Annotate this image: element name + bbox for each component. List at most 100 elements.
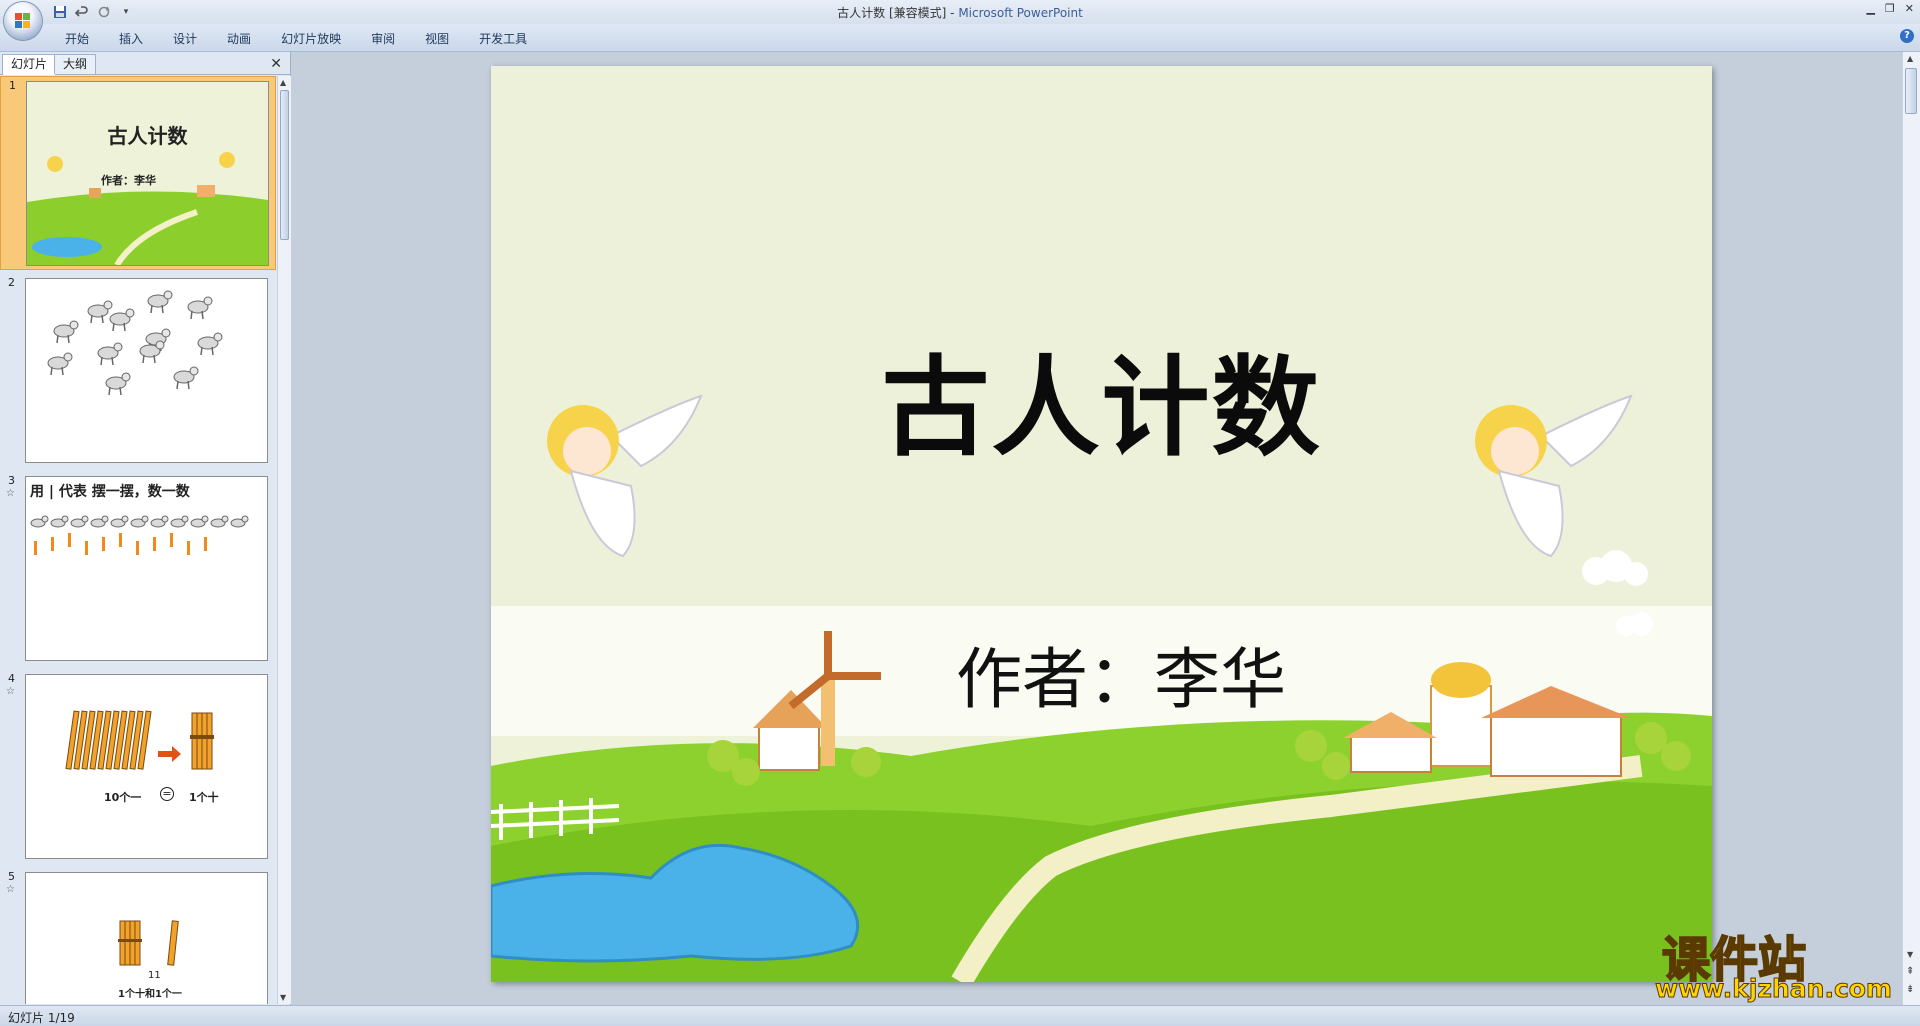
- slide-number: 5: [8, 870, 15, 883]
- goat-icon: [230, 515, 249, 528]
- panel-tabs: 幻灯片 大纲 ✕: [0, 54, 290, 75]
- counting-stick: [204, 537, 207, 551]
- tab-slideshow[interactable]: 幻灯片放映: [266, 30, 356, 48]
- goats-drawing: [47, 290, 223, 396]
- goat-icon: [47, 352, 73, 376]
- title-bar: ▾ 古人计数 [兼容模式] - Microsoft PowerPoint ▁ ❐…: [0, 0, 1920, 24]
- goat-icon: [97, 342, 123, 366]
- goat-icon: [70, 515, 89, 528]
- goat-icon: [187, 296, 213, 320]
- goat-icon: [210, 515, 229, 528]
- slide-number: 2: [8, 276, 15, 289]
- slide-thumbnails: 1 古人计数 作者：李华 2 3 ☆ 用 | 代表 摆一摆，数一数 4 ☆ 10…: [0, 76, 276, 1004]
- sticks-bundle-drawing: [65, 710, 214, 770]
- slide-thumbnail-1[interactable]: 1 古人计数 作者：李华: [0, 76, 276, 270]
- panel-close-icon[interactable]: ✕: [270, 56, 282, 72]
- tab-design[interactable]: 设计: [158, 30, 212, 48]
- tab-developer[interactable]: 开发工具: [464, 30, 542, 48]
- slide-number: 4: [8, 672, 15, 685]
- goat-icon: [130, 515, 149, 528]
- ribbon: 开始 插入 设计 动画 幻灯片放映 审阅 视图 开发工具 ?: [0, 24, 1920, 52]
- thumbnail-title: 古人计数: [107, 124, 188, 148]
- scrollbar-thumb[interactable]: [1905, 68, 1917, 114]
- slide-title[interactable]: 古人计数: [491, 321, 1712, 477]
- office-button[interactable]: [4, 2, 42, 40]
- tab-review[interactable]: 审阅: [356, 30, 410, 48]
- counting-stick: [119, 533, 122, 547]
- slide-scrollbar[interactable]: ▲ ▼ ⇞ ⇟: [1902, 52, 1920, 1005]
- tab-animations[interactable]: 动画: [212, 30, 266, 48]
- goat-icon: [30, 515, 49, 528]
- status-bar: 幻灯片 1/19: [0, 1005, 1920, 1026]
- goat-icon: [90, 515, 109, 528]
- thumbnail-preview: 10个一 = 1个十: [25, 674, 268, 859]
- goat-icon: [87, 300, 113, 324]
- counting-stick: [170, 533, 173, 547]
- counting-stick: [51, 537, 54, 551]
- slide-thumbnail-3[interactable]: 3 ☆ 用 | 代表 摆一摆，数一数: [0, 472, 276, 666]
- current-slide[interactable]: 古人计数 作者：李华: [491, 66, 1712, 982]
- goat-icon: [190, 515, 209, 528]
- thumbnail-preview: 古人计数 作者：李华: [26, 81, 269, 266]
- slide-thumbnail-4[interactable]: 4 ☆ 10个一 = 1个十: [0, 670, 276, 864]
- minimize-icon[interactable]: ▁: [1866, 2, 1874, 15]
- help-icon[interactable]: ?: [1900, 29, 1914, 43]
- goat-icon: [150, 515, 169, 528]
- thumbnail-preview: 11 1个十和1个一: [25, 872, 268, 1004]
- thumbnail-equals: =: [160, 787, 174, 801]
- slide-thumbnail-2[interactable]: 2: [0, 274, 276, 468]
- slide-number: 1: [9, 79, 16, 92]
- slide-background-scene: [491, 66, 1712, 982]
- tab-view[interactable]: 视图: [410, 30, 464, 48]
- tab-slides[interactable]: 幻灯片: [2, 54, 57, 75]
- goat-icon: [110, 515, 129, 528]
- window-controls: ▁ ❐ ✕: [1866, 2, 1914, 15]
- goat-icon: [147, 290, 173, 314]
- thumbnail-caption: 1个十和1个一: [118, 989, 182, 1000]
- counting-stick: [68, 533, 71, 547]
- slide-counter: 幻灯片 1/19: [8, 1011, 75, 1025]
- next-slide-icon[interactable]: ⇟: [1906, 984, 1914, 995]
- thumbnail-preview: [25, 278, 268, 463]
- thumbnail-text: 用 | 代表 摆一摆，数一数: [30, 484, 190, 500]
- goat-icon: [170, 515, 189, 528]
- counting-stick: [102, 537, 105, 551]
- animation-star-icon: ☆: [6, 686, 15, 697]
- counting-stick: [136, 541, 139, 555]
- tab-insert[interactable]: 插入: [104, 30, 158, 48]
- counting-stick: [187, 541, 190, 555]
- application-name: Microsoft PowerPoint: [958, 6, 1083, 20]
- goat-icon: [50, 515, 69, 528]
- tab-home[interactable]: 开始: [50, 30, 104, 48]
- scroll-down-icon[interactable]: ▼: [280, 993, 286, 1002]
- document-title: 古人计数 [兼容模式]: [837, 6, 947, 20]
- thumbnails-scrollbar[interactable]: ▲ ▼: [277, 76, 291, 1004]
- goats-and-sticks-drawing: [30, 515, 249, 555]
- scroll-up-icon[interactable]: ▲: [1907, 54, 1913, 63]
- scrollbar-thumb[interactable]: [280, 90, 289, 240]
- slide-number: 3: [8, 474, 15, 487]
- goat-icon: [105, 372, 131, 396]
- counting-stick: [85, 541, 88, 555]
- watermark-logo: 课件站 www.kjzhan.com: [1655, 920, 1893, 1004]
- slide-author[interactable]: 作者：李华: [956, 626, 1286, 722]
- scroll-up-icon[interactable]: ▲: [280, 78, 286, 87]
- close-icon[interactable]: ✕: [1905, 2, 1914, 15]
- restore-icon[interactable]: ❐: [1885, 2, 1895, 15]
- thumbnail-right-label: 1个十: [189, 791, 219, 804]
- goat-icon: [197, 332, 223, 356]
- thumbnail-preview: 用 | 代表 摆一摆，数一数: [25, 476, 268, 661]
- animation-star-icon: ☆: [6, 488, 15, 499]
- tab-outline[interactable]: 大纲: [54, 54, 97, 74]
- office-logo-icon: [15, 13, 31, 29]
- ribbon-tabs: 开始 插入 设计 动画 幻灯片放映 审阅 视图 开发工具: [50, 30, 542, 48]
- scroll-down-icon[interactable]: ▼: [1907, 950, 1913, 959]
- thumbnail-left-label: 10个一: [104, 791, 142, 804]
- watermark-url: www.kjzhan.com: [1655, 974, 1893, 1004]
- counting-stick: [153, 537, 156, 551]
- thumbnail-author: 作者：李华: [101, 174, 156, 187]
- previous-slide-icon[interactable]: ⇞: [1906, 966, 1914, 977]
- goat-icon: [109, 308, 135, 332]
- slide-thumbnail-5[interactable]: 5 ☆ 11 1个十和1个一: [0, 868, 276, 1004]
- title-separator: -: [946, 6, 959, 20]
